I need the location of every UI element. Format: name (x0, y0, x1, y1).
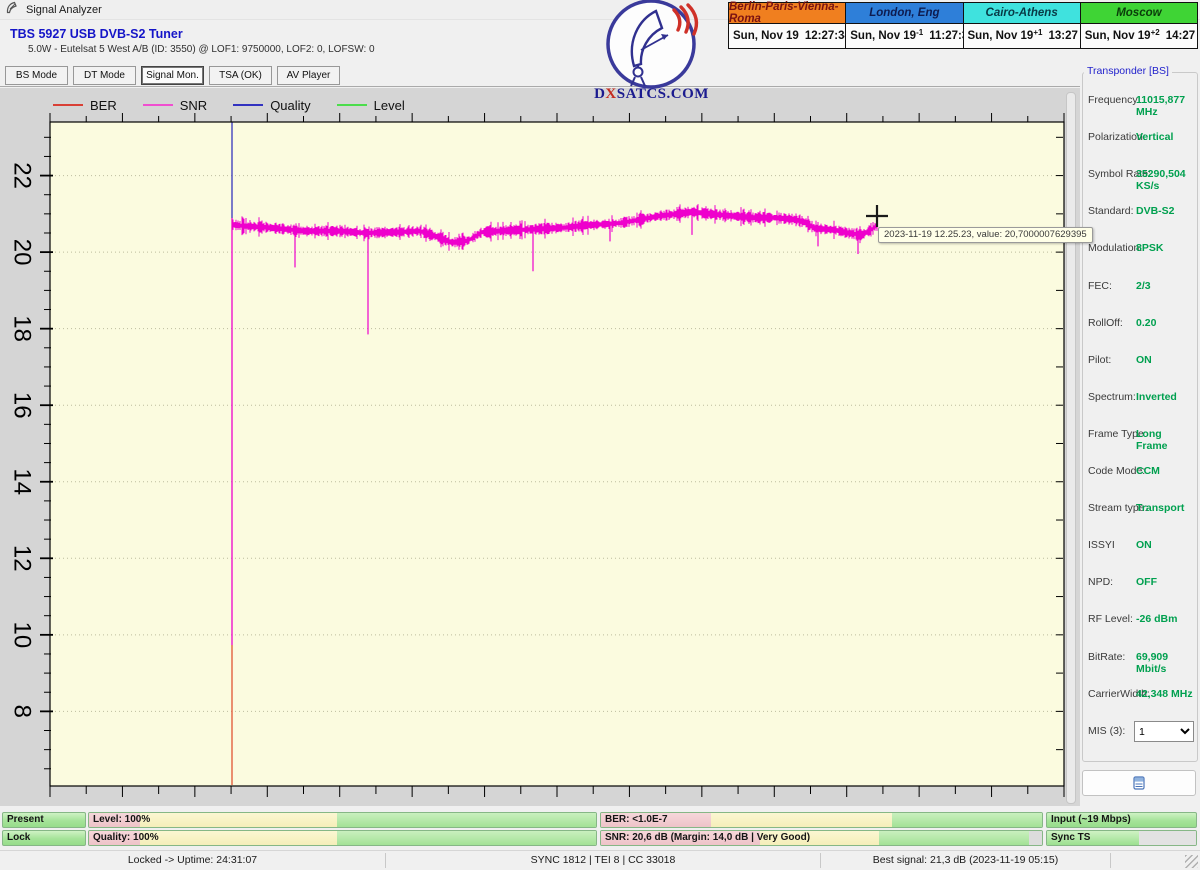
transponder-row: Code Mode: CCM (1088, 465, 1160, 477)
satellite-dish-icon (606, 0, 699, 89)
status-bar: Locked -> Uptime: 24:31:07 SYNC 1812 | T… (0, 850, 1200, 870)
logo-text: DXSATCS.COM (594, 86, 709, 102)
database-icon (1133, 776, 1145, 790)
svg-text:20: 20 (9, 239, 36, 266)
input-rate-indicator: Input (~19 Mbps) (1046, 812, 1197, 828)
transponder-groupbox: MIS (3): 1 Frequency: 11015,877 MHz Polari… (1082, 72, 1198, 762)
mis-select[interactable]: 1 (1134, 721, 1194, 742)
mis-row: MIS (3): 1 (1083, 721, 1195, 747)
transponder-row: Polarization: Vertical (1088, 131, 1174, 144)
chart-tooltip: 2023-11-19 12.25.23, value: 20,700000762… (878, 227, 1093, 243)
dxsatcs-logo: DXSATCS.COM (594, 0, 709, 104)
svg-text:12: 12 (9, 545, 36, 572)
sync-ts-indicator: Sync TS (1046, 830, 1197, 846)
status-sync-counters: SYNC 1812 | TEI 8 | CC 33018 (530, 854, 676, 866)
resize-grip[interactable] (1185, 855, 1198, 868)
stream-capture-button[interactable] (1082, 770, 1196, 796)
svg-text:22: 22 (9, 162, 36, 189)
mis-label: MIS (3): (1088, 725, 1126, 737)
svg-text:16: 16 (9, 392, 36, 419)
transponder-row: Symbol Rate: 35290,504 KS/s (1088, 168, 1186, 193)
transponder-row: Frame Type: Long Frame (1088, 427, 1168, 452)
transponder-row: Frequency: 11015,877 MHz (1088, 94, 1186, 118)
svg-text:18: 18 (9, 315, 36, 342)
transponder-row: FEC: 2/3 (1088, 279, 1151, 292)
clock-city-label: Moscow (1080, 3, 1197, 24)
transponder-row: NPD: OFF (1088, 576, 1157, 589)
svg-text:14: 14 (9, 468, 36, 495)
status-uptime: Locked -> Uptime: 24:31:07 (127, 854, 258, 866)
lock-indicator: Lock (2, 830, 86, 846)
transponder-row: Stream type: Transport (1088, 502, 1185, 515)
transponder-row: CarrierWidth: 42,348 MHz (1088, 687, 1193, 700)
svg-text:8: 8 (9, 705, 36, 718)
clock-moscow: Moscow Sun, Nov 19 +2 14:27 (1080, 3, 1197, 48)
transponder-row: BitRate: 69,909 Mbit/s (1088, 650, 1169, 675)
status-best-signal: Best signal: 21,3 dB (2023-11-19 05:15) (872, 854, 1059, 866)
present-indicator: Present (2, 812, 86, 828)
transponder-row: Spectrum: Inverted (1088, 390, 1177, 403)
transponder-row: Pilot: ON (1088, 353, 1152, 366)
clock-utc-offset: +2 (1150, 27, 1160, 37)
transponder-panel: MIS (3): 1 Frequency: 11015,877 MHz Polari… (1080, 56, 1200, 808)
svg-text:10: 10 (9, 621, 36, 648)
snr-chart-plot[interactable]: 8 10 12 14 16 18 20 22 (0, 0, 1080, 810)
quality-meter: Quality: 100% (88, 830, 597, 846)
clock-date: Sun, Nov 19 (1084, 30, 1151, 42)
transponder-row: RF Level: -26 dBm (1088, 613, 1178, 626)
transponder-title: Transponder [BS] (1084, 65, 1172, 77)
snr-meter: SNR: 20,6 dB (Margin: 14,0 dB | Very Goo… (600, 830, 1043, 846)
transponder-row: ISSYI ON (1088, 539, 1152, 552)
signal-analyzer-window: Signal Analyzer TBS 5927 USB DVB-S2 Tune… (0, 0, 1200, 870)
transponder-row: Modulation: 8PSK (1088, 242, 1164, 255)
ber-meter: BER: <1.0E-7 (600, 812, 1043, 828)
level-meter: Level: 100% (88, 812, 597, 828)
clock-time: 14:27 (1165, 30, 1196, 42)
transponder-row: RollOff: 0.20 (1088, 316, 1157, 329)
transponder-row: Standard: DVB-S2 (1088, 205, 1175, 218)
